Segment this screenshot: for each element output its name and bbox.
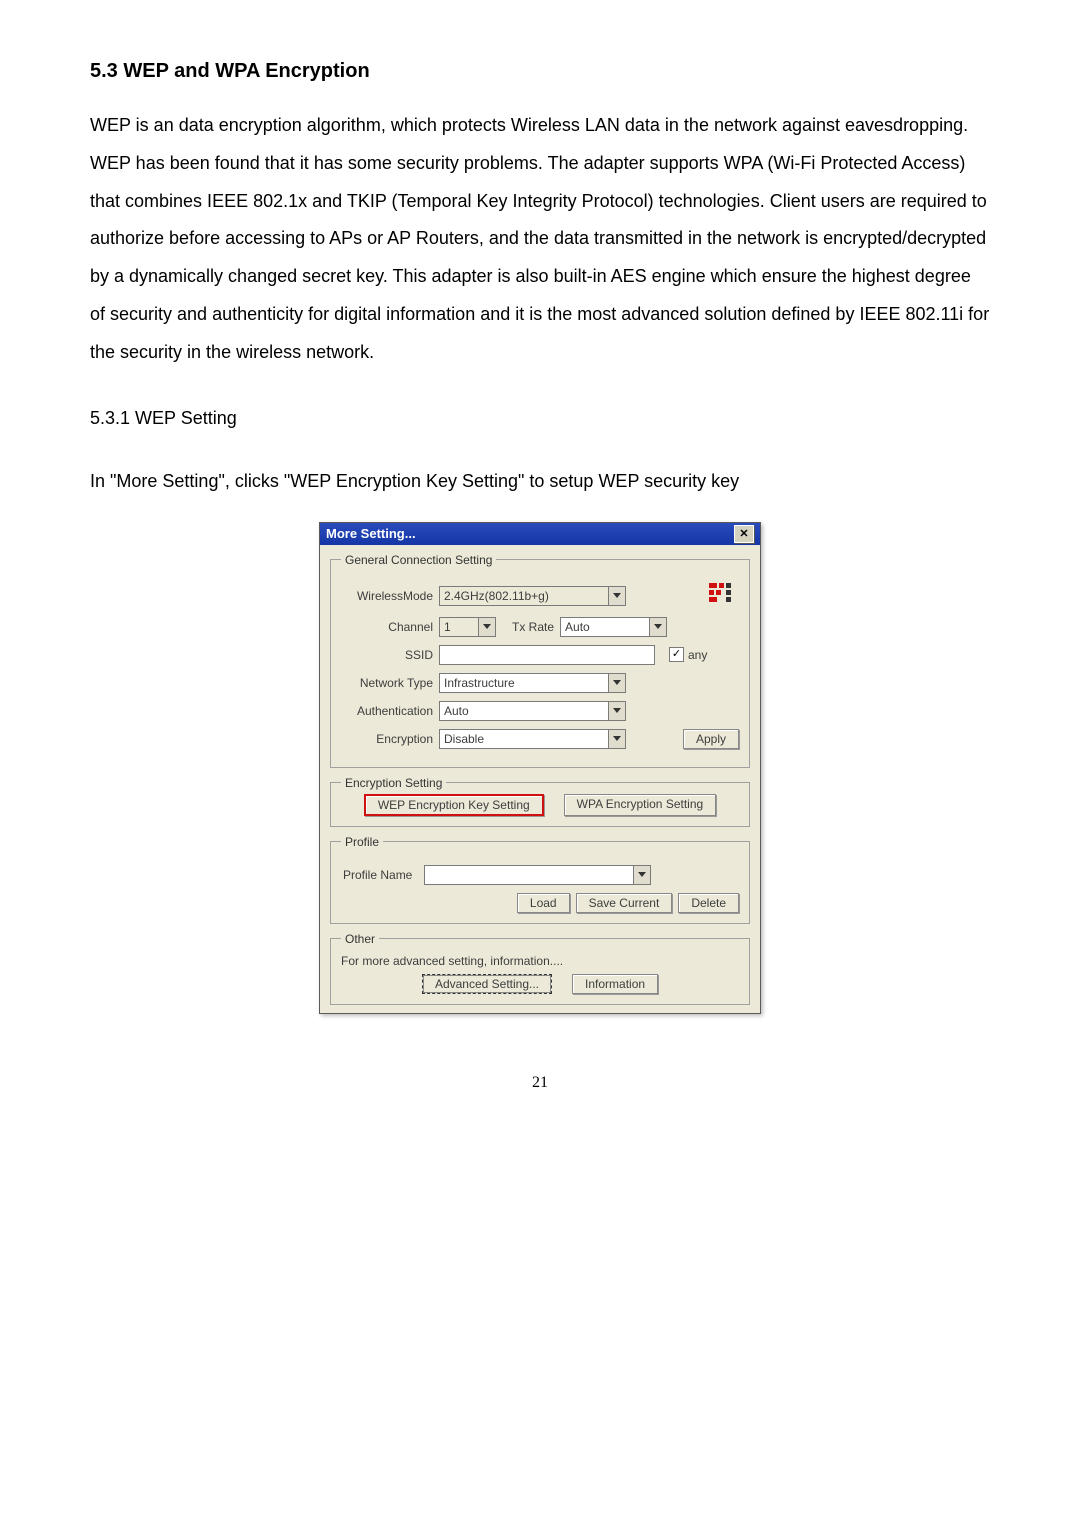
general-legend: General Connection Setting	[341, 553, 496, 567]
any-checkbox-label: any	[688, 648, 707, 662]
delete-button[interactable]: Delete	[678, 893, 739, 913]
subsection-heading: 5.3.1 WEP Setting	[90, 408, 990, 429]
auth-label: Authentication	[341, 704, 439, 718]
wirelessmode-select[interactable]: 2.4GHz(802.11b+g)	[439, 586, 609, 606]
encryption-label: Encryption	[341, 732, 439, 746]
txrate-select[interactable]: Auto	[560, 617, 650, 637]
load-button[interactable]: Load	[517, 893, 570, 913]
ssid-input[interactable]	[439, 645, 655, 665]
chevron-down-icon[interactable]	[609, 729, 626, 749]
channel-select[interactable]: 1	[439, 617, 479, 637]
any-checkbox[interactable]	[669, 647, 684, 662]
chevron-down-icon[interactable]	[650, 617, 667, 637]
advanced-setting-button[interactable]: Advanced Setting...	[422, 974, 552, 994]
page-number: 21	[90, 1074, 990, 1092]
information-button[interactable]: Information	[572, 974, 658, 994]
wep-setting-button[interactable]: WEP Encryption Key Setting	[364, 794, 544, 816]
encryption-select[interactable]: Disable	[439, 729, 609, 749]
auth-select[interactable]: Auto	[439, 701, 609, 721]
other-group: Other For more advanced setting, informa…	[330, 932, 750, 1005]
networktype-select[interactable]: Infrastructure	[439, 673, 609, 693]
chevron-down-icon[interactable]	[479, 617, 496, 637]
general-connection-group: General Connection Setting WirelessMode …	[330, 553, 750, 768]
instruction-text: In "More Setting", clicks "WEP Encryptio…	[90, 471, 990, 492]
chevron-down-icon[interactable]	[609, 586, 626, 606]
txrate-label: Tx Rate	[512, 620, 554, 634]
chevron-down-icon[interactable]	[609, 701, 626, 721]
encryption-legend: Encryption Setting	[341, 776, 446, 790]
profilename-select[interactable]	[424, 865, 634, 885]
close-icon[interactable]: ✕	[734, 525, 754, 543]
profile-legend: Profile	[341, 835, 383, 849]
profile-group: Profile Profile Name Load Save Current D…	[330, 835, 750, 924]
dialog-titlebar: More Setting... ✕	[320, 523, 760, 545]
save-current-button[interactable]: Save Current	[576, 893, 673, 913]
apply-button[interactable]: Apply	[683, 729, 739, 749]
encryption-setting-group: Encryption Setting WEP Encryption Key Se…	[330, 776, 750, 827]
other-text: For more advanced setting, information..…	[341, 954, 739, 968]
networktype-label: Network Type	[341, 676, 439, 690]
chevron-down-icon[interactable]	[609, 673, 626, 693]
brand-logo-icon	[709, 583, 739, 609]
dialog-title: More Setting...	[326, 526, 416, 541]
dialog-screenshot: More Setting... ✕ General Connection Set…	[90, 522, 990, 1014]
chevron-down-icon[interactable]	[634, 865, 651, 885]
wirelessmode-label: WirelessMode	[341, 589, 439, 603]
wpa-setting-button[interactable]: WPA Encryption Setting	[564, 794, 717, 816]
body-paragraph: WEP is an data encryption algorithm, whi…	[90, 107, 990, 372]
channel-label: Channel	[341, 620, 439, 634]
more-setting-dialog: More Setting... ✕ General Connection Set…	[319, 522, 761, 1014]
profilename-label: Profile Name	[341, 868, 418, 882]
section-heading: 5.3 WEP and WPA Encryption	[90, 60, 990, 83]
ssid-label: SSID	[341, 648, 439, 662]
other-legend: Other	[341, 932, 379, 946]
